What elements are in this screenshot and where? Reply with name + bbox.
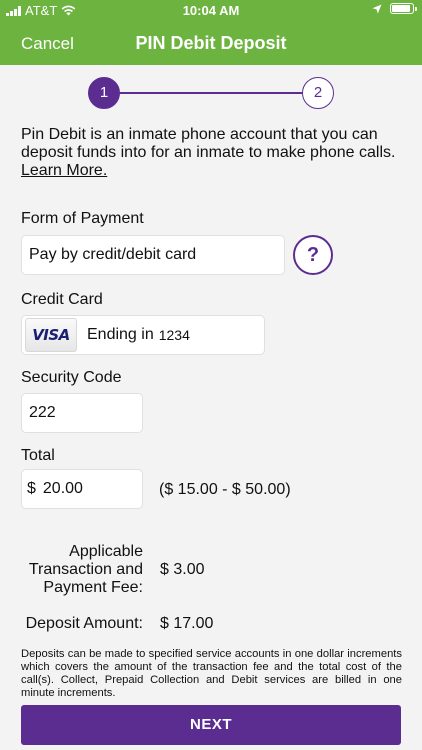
fee-label: Applicable Transaction and Payment Fee: bbox=[28, 543, 143, 596]
status-right-group bbox=[372, 3, 417, 14]
total-label: Total bbox=[21, 447, 55, 464]
step-indicator: 1 2 bbox=[88, 77, 334, 109]
location-icon bbox=[372, 4, 382, 13]
security-code-label: Security Code bbox=[21, 369, 122, 386]
disclaimer-text: Deposits can be made to specified servic… bbox=[21, 648, 402, 699]
battery-fill bbox=[392, 5, 410, 12]
security-code-input[interactable]: 222 bbox=[21, 393, 143, 433]
amount-range: ($ 15.00 - $ 50.00) bbox=[159, 481, 291, 498]
step-2-circle: 2 bbox=[302, 77, 334, 109]
deposit-amount-label: Deposit Amount: bbox=[25, 615, 143, 632]
payment-method-value: Pay by credit/debit card bbox=[29, 246, 197, 263]
fee-value: $ 3.00 bbox=[160, 561, 205, 578]
learn-more-link[interactable]: Learn More. bbox=[21, 162, 107, 179]
next-button[interactable]: NEXT bbox=[21, 705, 401, 745]
intro-text: Pin Debit is an inmate phone account tha… bbox=[21, 126, 406, 180]
total-amount-value: 20.00 bbox=[42, 480, 83, 497]
form-of-payment-label: Form of Payment bbox=[21, 210, 144, 227]
page-title: PIN Debit Deposit bbox=[135, 33, 287, 53]
payment-method-select[interactable]: Pay by credit/debit card bbox=[21, 235, 285, 275]
currency-symbol: $ bbox=[27, 480, 36, 497]
help-button[interactable]: ? bbox=[293, 235, 333, 275]
total-amount-input[interactable]: $ 20.00 bbox=[21, 469, 143, 509]
status-time: 10:04 AM bbox=[182, 3, 240, 18]
status-bar: AT&T 10:04 AM bbox=[0, 0, 422, 22]
deposit-amount-value: $ 17.00 bbox=[160, 615, 214, 632]
battery-icon bbox=[390, 3, 417, 14]
visa-card-icon: VISA bbox=[25, 318, 77, 352]
step-connector bbox=[118, 92, 304, 94]
step-1-circle: 1 bbox=[88, 77, 120, 109]
card-brand-text: VISA bbox=[32, 326, 70, 344]
intro-description: Pin Debit is an inmate phone account tha… bbox=[21, 126, 396, 161]
security-code-value: 222 bbox=[29, 404, 56, 421]
credit-card-select[interactable]: VISA Ending in 1234 bbox=[21, 315, 265, 355]
card-ending-prefix: Ending in bbox=[87, 326, 154, 343]
card-last-four: 1234 bbox=[158, 327, 190, 343]
navigation-bar: Cancel PIN Debit Deposit bbox=[0, 22, 422, 65]
credit-card-label: Credit Card bbox=[21, 291, 103, 308]
